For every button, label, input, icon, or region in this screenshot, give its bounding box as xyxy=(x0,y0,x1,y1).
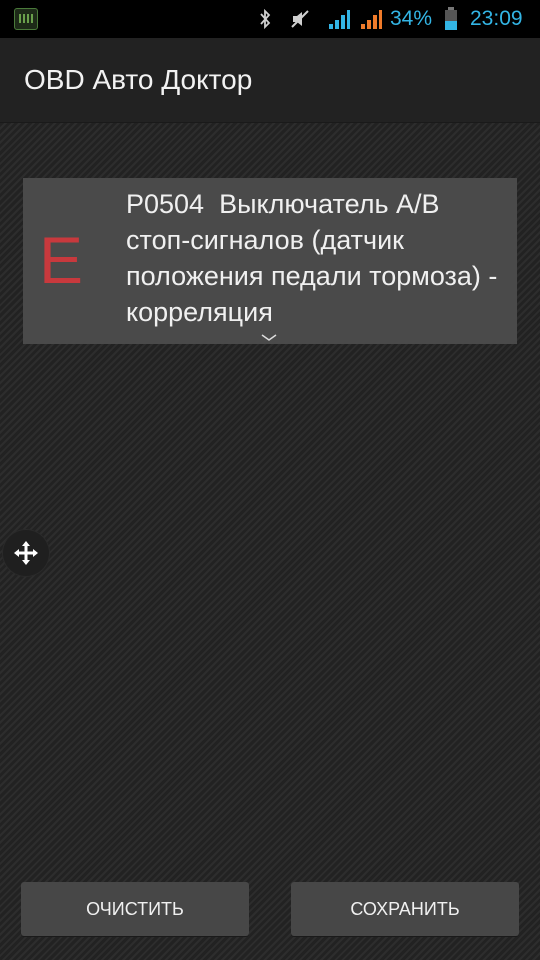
battery-icon xyxy=(444,7,458,31)
clock: 23:09 xyxy=(470,7,523,30)
move-handle[interactable] xyxy=(3,530,49,576)
error-description: P0504 Выключатель A/B стоп-сигналов (дат… xyxy=(126,189,505,327)
chevron-down-icon[interactable] xyxy=(259,330,279,341)
screen: 34% 23:09 OBD Авто Доктор E P0504 Выключ… xyxy=(0,0,540,960)
status-bar: 34% 23:09 xyxy=(0,0,540,38)
bluetooth-icon xyxy=(256,6,274,32)
clear-button[interactable]: ОЧИСТИТЬ xyxy=(21,882,249,936)
action-bar: OBD Авто Доктор xyxy=(0,38,540,123)
battery-percent: 34% xyxy=(390,7,433,30)
save-button[interactable]: СОХРАНИТЬ xyxy=(291,882,519,936)
mute-icon xyxy=(288,6,312,32)
error-type-letter: E xyxy=(38,223,84,297)
signal-icon xyxy=(326,6,352,32)
move-icon xyxy=(14,541,38,565)
error-code-item[interactable]: E P0504 Выключатель A/B стоп-сигналов (д… xyxy=(23,178,517,344)
app-title: OBD Авто Доктор xyxy=(24,64,253,95)
signal-icon xyxy=(358,6,384,32)
notification-app-icon xyxy=(14,8,38,30)
